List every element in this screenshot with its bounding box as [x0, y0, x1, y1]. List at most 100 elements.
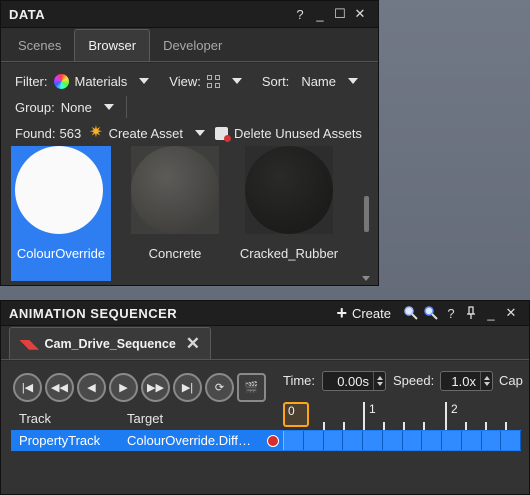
create-asset-button[interactable]: ✷ Create Asset — [89, 124, 206, 141]
close-button[interactable]: ✕ — [501, 303, 521, 323]
go-to-start-button[interactable]: |◀ — [13, 373, 42, 402]
asset-tile[interactable]: Cracked_Rubber — [239, 146, 339, 281]
track-target: ColourOverride.Diff… — [127, 433, 252, 448]
filter-row: Filter: Materials View: Sort: Name — [1, 68, 378, 94]
time-stepper[interactable] — [373, 372, 385, 390]
data-panel: DATA ? _ ☐ ✕ Scenes Browser Developer Fi… — [0, 0, 379, 286]
found-count: 563 — [59, 125, 82, 141]
go-to-end-button[interactable]: ▶| — [173, 373, 202, 402]
delete-asset-icon — [215, 126, 232, 142]
time-field[interactable]: 0.00s — [322, 371, 386, 391]
view-dropdown[interactable] — [206, 74, 242, 88]
material-preview — [245, 146, 333, 234]
chevron-down-icon — [103, 104, 114, 110]
tab-browser[interactable]: Browser — [74, 29, 151, 61]
time-value: 0.00s — [337, 373, 369, 389]
filter-label: Filter: — [15, 73, 48, 89]
sort-label: Sort: — [261, 73, 290, 89]
transport-controls: |◀ ◀◀ ◀ ▶ ▶▶ ▶| ⟳ 🎬 — [13, 373, 266, 402]
sequence-icon: ◥◣ — [20, 336, 39, 351]
minimize-button[interactable]: _ — [310, 4, 330, 24]
browser-body: Filter: Materials View: Sort: Name Group… — [1, 63, 378, 285]
chevron-down-icon — [348, 78, 358, 84]
material-preview — [15, 146, 103, 234]
sequencer-title: ANIMATION SEQUENCER — [9, 305, 178, 321]
track-keyframes[interactable] — [283, 431, 521, 450]
create-sequence-button[interactable]: + Create — [336, 304, 391, 322]
maximize-button[interactable]: ☐ — [330, 4, 350, 24]
speed-value: 1.0x — [451, 373, 476, 389]
cap-label: Cap — [499, 373, 523, 388]
divider — [125, 96, 127, 118]
tab-developer[interactable]: Developer — [150, 29, 235, 61]
play-reverse-button[interactable]: ◀ — [77, 373, 106, 402]
pin-button[interactable] — [461, 303, 481, 323]
sequence-tab-label: Cam_Drive_Sequence — [44, 336, 176, 351]
speed-stepper[interactable] — [480, 372, 492, 390]
chevron-down-icon — [195, 130, 206, 136]
chevron-down-icon — [231, 78, 242, 84]
speed-label: Speed: — [393, 373, 435, 388]
close-button[interactable]: ✕ — [350, 4, 370, 24]
group-label: Group: — [15, 99, 55, 115]
delete-unused-label: Delete Unused Assets — [234, 125, 362, 141]
filter-value: Materials — [74, 73, 128, 89]
track-column-header: Track — [19, 411, 52, 426]
sequence-tabs: ◥◣ Cam_Drive_Sequence ✕ — [1, 326, 529, 360]
group-row: Group: None — [1, 94, 378, 120]
asset-tile[interactable]: ColourOverride — [11, 146, 111, 281]
play-button[interactable]: ▶ — [109, 373, 138, 402]
help-button[interactable]: ? — [441, 303, 461, 323]
time-label: Time: — [283, 373, 316, 388]
record-icon[interactable] — [267, 435, 279, 447]
group-value: None — [60, 99, 92, 115]
view-label: View: — [169, 73, 201, 89]
rewind-button[interactable]: ◀◀ — [45, 373, 74, 402]
grid-view-icon — [206, 74, 220, 88]
tab-cam-drive-sequence[interactable]: ◥◣ Cam_Drive_Sequence ✕ — [9, 327, 212, 359]
group-dropdown[interactable]: None — [61, 100, 114, 115]
asset-grid: ColourOverride Concrete Cracked_Rubber — [11, 146, 358, 285]
data-titlebar: DATA ? _ ☐ ✕ — [1, 1, 378, 28]
material-preview — [131, 146, 219, 234]
data-tabs: Scenes Browser Developer — [1, 28, 378, 62]
ruler: 0 1 2 — [283, 402, 521, 430]
loop-button[interactable]: ⟳ — [205, 373, 234, 402]
create-label: Create — [351, 305, 391, 321]
sort-value: Name — [301, 73, 336, 89]
asset-tile[interactable]: Concrete — [125, 146, 225, 281]
track-row[interactable]: PropertyTrack ColourOverride.Diff… — [11, 430, 521, 451]
filter-dropdown[interactable]: Materials — [53, 73, 150, 89]
plus-icon: + — [336, 303, 347, 323]
color-wheel-icon — [53, 73, 69, 89]
fast-forward-button[interactable]: ▶▶ — [141, 373, 170, 402]
help-button[interactable]: ? — [290, 4, 310, 24]
find-target-icon[interactable] — [401, 303, 421, 323]
ruler-label: 0 — [288, 404, 295, 418]
find-key-icon[interactable] — [421, 303, 441, 323]
found-label: Found: — [15, 125, 56, 141]
sequencer-panel: ANIMATION SEQUENCER + Create ? _ ✕ ◥◣ Ca… — [0, 300, 530, 495]
clapperboard-icon[interactable]: 🎬 — [237, 373, 266, 402]
create-asset-label: Create Asset — [108, 125, 184, 141]
ruler-label: 1 — [369, 402, 376, 416]
actions-row: Found: 563 ✷ Create Asset Delete Unused … — [1, 120, 378, 146]
close-tab-icon[interactable]: ✕ — [186, 334, 200, 354]
asset-name: Concrete — [148, 246, 202, 261]
create-asset-icon: ✷ — [89, 124, 103, 141]
sequencer-titlebar: ANIMATION SEQUENCER + Create ? _ ✕ — [1, 301, 529, 326]
track-name: PropertyTrack — [19, 433, 101, 448]
delete-unused-button[interactable]: Delete Unused Assets — [215, 125, 362, 142]
playhead[interactable] — [283, 402, 309, 427]
asset-name: Cracked_Rubber — [239, 246, 339, 261]
scrollbar-thumb[interactable] — [364, 196, 369, 232]
speed-field[interactable]: 1.0x — [440, 371, 493, 391]
minimize-button[interactable]: _ — [481, 303, 501, 323]
ruler-label: 2 — [451, 402, 458, 416]
tab-scenes[interactable]: Scenes — [5, 29, 74, 61]
scroll-down-icon[interactable] — [362, 276, 370, 281]
sort-dropdown[interactable]: Name — [295, 74, 358, 89]
target-column-header: Target — [127, 411, 164, 426]
sequencer-body: |◀ ◀◀ ◀ ▶ ▶▶ ▶| ⟳ 🎬 Time: 0.00s Speed: 1… — [1, 361, 529, 494]
asset-scrollbar[interactable] — [360, 146, 372, 283]
